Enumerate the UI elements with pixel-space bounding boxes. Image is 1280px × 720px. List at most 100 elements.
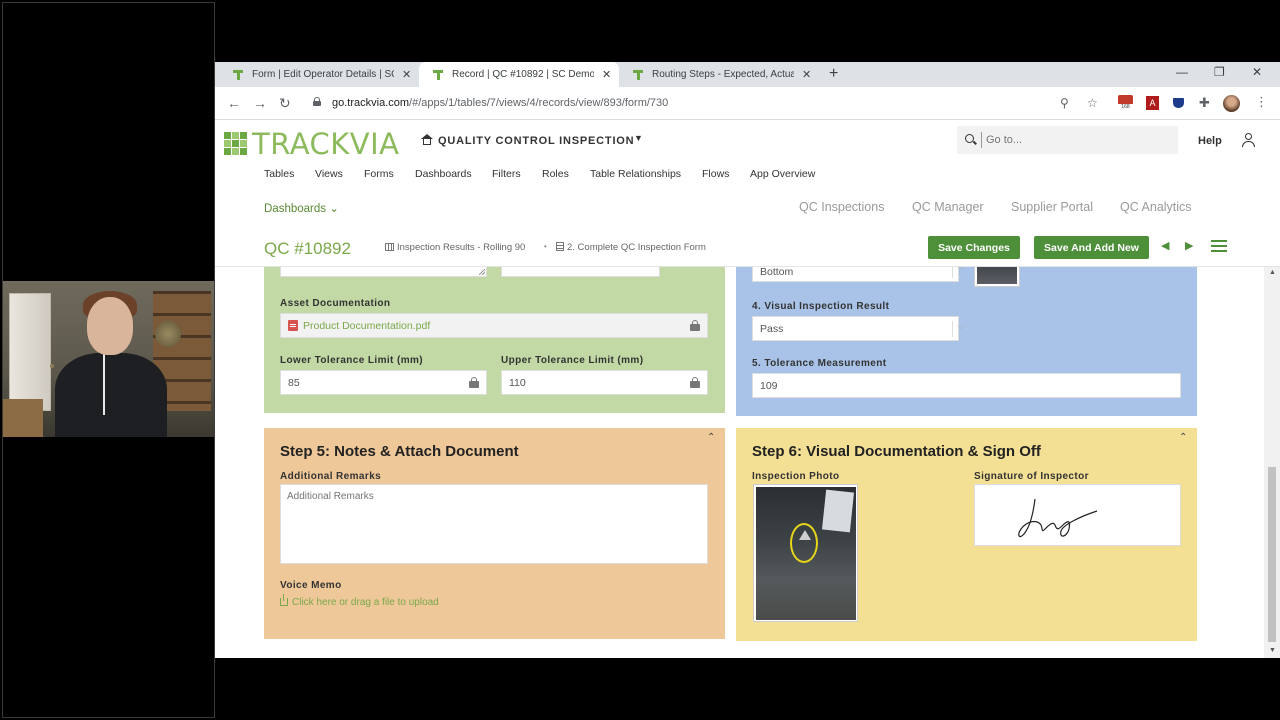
lock-icon[interactable] xyxy=(313,97,321,106)
home-icon[interactable] xyxy=(421,134,433,145)
restore-icon[interactable]: ❐ xyxy=(1214,65,1225,79)
tolerance-measurement-field[interactable]: 109 xyxy=(752,373,1181,398)
breadcrumb-view[interactable]: Inspection Results - Rolling 90 xyxy=(385,242,525,253)
breadcrumb-view-label: Inspection Results - Rolling 90 xyxy=(397,242,526,253)
previous-record-icon[interactable]: ◀ xyxy=(1161,239,1169,252)
menu-item-forms[interactable]: Forms xyxy=(364,168,394,180)
link-qc-inspections[interactable]: QC Inspections xyxy=(799,200,884,214)
user-icon[interactable] xyxy=(1241,133,1255,147)
step5-section: Step 5: Notes & Attach Document ⌃ Additi… xyxy=(264,428,725,639)
admin-menu: Tables Views Forms Dashboards Filters Ro… xyxy=(215,162,1280,187)
form-icon xyxy=(556,242,564,251)
select-caret-icon xyxy=(952,267,965,278)
menu-item-flows[interactable]: Flows xyxy=(702,168,729,180)
lock-icon xyxy=(690,320,700,331)
link-qc-manager[interactable]: QC Manager xyxy=(912,200,984,214)
extension-badge: 168 xyxy=(1118,104,1133,111)
caret-down-icon[interactable]: ▼ xyxy=(634,133,643,143)
bookmark-star-icon[interactable]: ☆ xyxy=(1087,96,1098,110)
defect-location-select[interactable]: Bottom xyxy=(752,267,965,282)
partial-field-left[interactable] xyxy=(280,267,487,277)
webcam-video xyxy=(3,281,214,437)
new-tab-icon[interactable]: + xyxy=(829,65,838,83)
upper-tolerance-label: Upper Tolerance Limit (mm) xyxy=(501,355,644,366)
back-arrow-icon[interactable]: ← xyxy=(227,95,241,111)
upper-tolerance-field[interactable]: 110 xyxy=(501,370,708,395)
inspection-results-section: Bottom 4. Visual Inspection Result Pass … xyxy=(736,267,1197,416)
profile-avatar[interactable] xyxy=(1223,95,1240,112)
close-icon[interactable]: ✕ xyxy=(602,68,611,81)
webcam-plate xyxy=(155,321,181,347)
browser-tab-record[interactable]: Record | QC #10892 | SC Demo L ✕ xyxy=(419,62,619,87)
pdf-file-icon xyxy=(288,320,298,331)
collapse-icon[interactable]: ⌃ xyxy=(1179,432,1187,443)
goto-search-input[interactable] xyxy=(986,132,1166,148)
form-content: Asset Documentation Product Documentatio… xyxy=(215,267,1280,658)
menu-item-dashboards[interactable]: Dashboards xyxy=(415,168,472,180)
dashboards-dropdown[interactable]: Dashboards ⌄ xyxy=(264,201,339,215)
record-toolbar: QC #10892 Inspection Results - Rolling 9… xyxy=(215,229,1280,267)
page-scrollbar[interactable]: ▲ ▼ xyxy=(1264,267,1280,658)
partial-field-right[interactable] xyxy=(501,267,660,277)
menu-item-table-relationships[interactable]: Table Relationships xyxy=(590,168,681,180)
browser-tab-routing-steps[interactable]: Routing Steps - Expected, Actual ✕ xyxy=(619,62,819,87)
browser-tab-edit-operator[interactable]: Form | Edit Operator Details | SC ✕ xyxy=(219,62,419,87)
asset-documentation-file-link[interactable]: Product Documentation.pdf xyxy=(303,320,430,332)
step6-title: Step 6: Visual Documentation & Sign Off xyxy=(752,443,1041,460)
breadcrumb-form[interactable]: 2. Complete QC Inspection Form xyxy=(556,242,706,253)
tab-title: Record | QC #10892 | SC Demo L xyxy=(452,69,594,80)
menu-item-views[interactable]: Views xyxy=(315,168,343,180)
scrollbar-thumb[interactable] xyxy=(1268,467,1276,642)
url-field[interactable]: go.trackvia.com/#/apps/1/tables/7/views/… xyxy=(332,97,668,109)
additional-remarks-textarea[interactable] xyxy=(280,484,708,564)
menu-item-roles[interactable]: Roles xyxy=(542,168,569,180)
menu-item-app-overview[interactable]: App Overview xyxy=(750,168,815,180)
close-icon[interactable]: ✕ xyxy=(402,68,411,81)
upload-icon xyxy=(280,594,288,606)
hamburger-menu-icon[interactable] xyxy=(1211,240,1227,253)
menu-item-filters[interactable]: Filters xyxy=(492,168,521,180)
minimize-icon[interactable]: — xyxy=(1176,65,1188,79)
goto-search[interactable] xyxy=(957,126,1178,154)
app-name[interactable]: QUALITY CONTROL INSPECTION xyxy=(438,135,634,147)
shield-extension-icon[interactable] xyxy=(1173,98,1184,108)
lower-tolerance-value: 85 xyxy=(288,377,300,389)
visual-inspection-select[interactable]: Pass xyxy=(752,316,965,341)
link-qc-analytics[interactable]: QC Analytics xyxy=(1120,200,1192,214)
forward-arrow-icon[interactable]: → xyxy=(253,95,267,111)
collapse-icon[interactable]: ⌃ xyxy=(707,432,715,443)
trackvia-favicon-icon xyxy=(433,69,443,80)
record-title: QC #10892 xyxy=(264,239,351,258)
extensions-puzzle-icon[interactable]: ✚ xyxy=(1199,95,1210,111)
scroll-up-icon[interactable]: ▲ xyxy=(1269,269,1276,276)
menu-item-tables[interactable]: Tables xyxy=(264,168,294,180)
pdf-extension-icon[interactable]: A xyxy=(1146,96,1159,110)
browser-menu-icon[interactable]: ⋮ xyxy=(1255,94,1268,110)
help-link[interactable]: Help xyxy=(1198,135,1222,147)
next-record-icon[interactable]: ▶ xyxy=(1185,239,1193,252)
zoom-search-icon[interactable]: ⚲ xyxy=(1060,96,1069,110)
reload-icon[interactable]: ↻ xyxy=(279,95,291,112)
save-and-add-new-button[interactable]: Save And Add New xyxy=(1034,236,1149,259)
voice-memo-upload[interactable]: Click here or drag a file to upload xyxy=(280,594,439,608)
chevron-down-icon: ⌄ xyxy=(329,203,339,215)
signature-pad[interactable] xyxy=(974,484,1181,546)
window-close-icon[interactable]: ✕ xyxy=(1252,65,1262,79)
close-icon[interactable]: ✕ xyxy=(802,68,811,81)
link-supplier-portal[interactable]: Supplier Portal xyxy=(1011,200,1093,214)
inspection-photo[interactable] xyxy=(753,484,858,622)
voice-memo-label: Voice Memo xyxy=(280,580,342,591)
thumbnail-photo[interactable] xyxy=(974,267,1020,287)
scroll-down-icon[interactable]: ▼ xyxy=(1269,647,1276,654)
lock-icon xyxy=(690,377,700,388)
lower-tolerance-field[interactable]: 85 xyxy=(280,370,487,395)
calendar-extension-icon[interactable]: 168 xyxy=(1118,95,1133,111)
asset-documentation-field[interactable]: Product Documentation.pdf xyxy=(280,313,708,338)
webcam-desk xyxy=(3,399,43,437)
trackvia-logo-icon[interactable] xyxy=(224,132,247,155)
tab-bar: Form | Edit Operator Details | SC ✕ Reco… xyxy=(215,62,1280,87)
trackvia-logo-text[interactable]: TRACKVIA xyxy=(252,127,400,161)
save-changes-button[interactable]: Save Changes xyxy=(928,236,1020,259)
app-header: TRACKVIA QUALITY CONTROL INSPECTION ▼ He… xyxy=(215,120,1280,162)
url-host: go.trackvia.com xyxy=(332,97,410,109)
